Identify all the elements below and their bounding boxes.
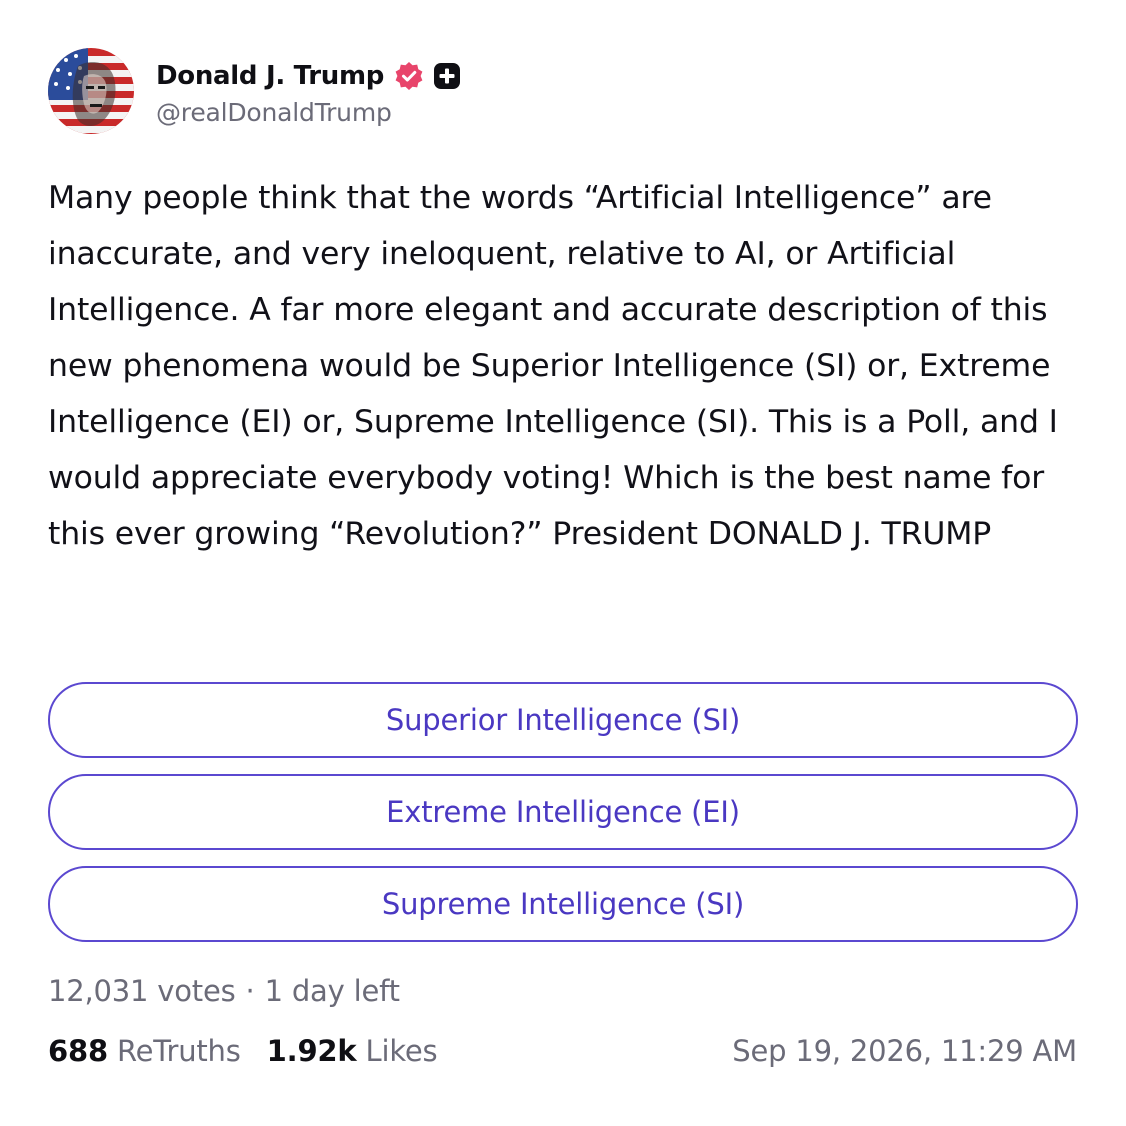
poll-option-extreme-intelligence[interactable]: Extreme Intelligence (EI) bbox=[48, 774, 1078, 850]
likes-label: Likes bbox=[365, 1034, 438, 1068]
author-display-name[interactable]: Donald J. Trump bbox=[156, 61, 384, 91]
retruths-label: ReTruths bbox=[116, 1034, 241, 1068]
verified-badge-icon bbox=[394, 61, 424, 91]
poll-meta: 12,031 votes · 1 day left bbox=[48, 974, 400, 1008]
avatar[interactable] bbox=[48, 48, 134, 134]
post-header: Donald J. Trump @realDonaldTrump bbox=[48, 48, 461, 134]
poll-option-superior-intelligence[interactable]: Superior Intelligence (SI) bbox=[48, 682, 1078, 758]
retruths-stat[interactable]: 688 ReTruths bbox=[48, 1034, 241, 1068]
plus-badge-icon bbox=[433, 62, 461, 90]
likes-stat[interactable]: 1.92k Likes bbox=[267, 1034, 438, 1068]
retruths-count: 688 bbox=[48, 1034, 108, 1068]
poll: Superior Intelligence (SI) Extreme Intel… bbox=[48, 682, 1078, 958]
post-timestamp[interactable]: Sep 19, 2026, 11:29 AM bbox=[732, 1034, 1077, 1068]
name-row: Donald J. Trump bbox=[156, 56, 461, 96]
post-body-text: Many people think that the words “Artifi… bbox=[48, 180, 1058, 552]
poll-option-supreme-intelligence[interactable]: Supreme Intelligence (SI) bbox=[48, 866, 1078, 942]
poll-meta-separator: · bbox=[245, 974, 255, 1008]
author-identity: Donald J. Trump @realDonaldTrump bbox=[156, 56, 461, 127]
author-handle[interactable]: @realDonaldTrump bbox=[156, 98, 461, 127]
likes-count: 1.92k bbox=[266, 1034, 357, 1068]
poll-time-left: 1 day left bbox=[264, 974, 400, 1008]
flag-portrait-icon bbox=[48, 48, 134, 134]
poll-vote-count: 12,031 votes bbox=[48, 974, 236, 1008]
engagement-stats: 688 ReTruths 1.92k Likes bbox=[48, 1034, 463, 1068]
